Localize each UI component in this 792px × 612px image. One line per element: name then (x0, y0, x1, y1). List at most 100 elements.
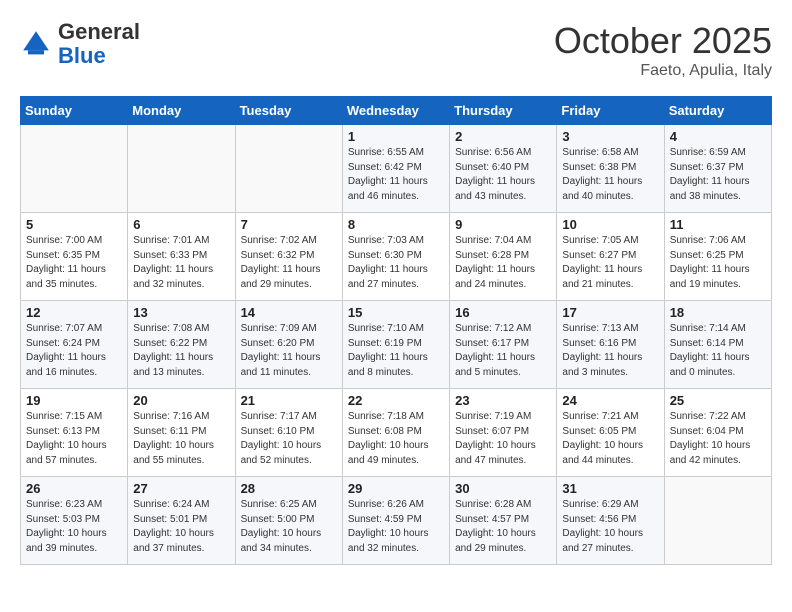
day-number: 16 (455, 305, 551, 320)
day-number: 13 (133, 305, 229, 320)
day-number: 18 (670, 305, 766, 320)
day-number: 8 (348, 217, 444, 232)
day-info: Sunrise: 7:16 AM Sunset: 6:11 PM Dayligh… (133, 410, 229, 468)
day-number: 24 (562, 393, 658, 408)
day-info: Sunrise: 7:10 AM Sunset: 6:19 PM Dayligh… (348, 322, 444, 380)
calendar-week-row: 12 Sunrise: 7:07 AM Sunset: 6:24 PM Dayli… (21, 301, 772, 389)
logo-blue: Blue (58, 43, 106, 68)
weekday-header: Monday (128, 97, 235, 125)
calendar-cell: 24 Sunrise: 7:21 AM Sunset: 6:05 PM Dayli… (557, 389, 664, 477)
calendar-cell: 31 Sunrise: 6:29 AM Sunset: 4:56 PM Dayli… (557, 477, 664, 565)
day-info: Sunrise: 6:26 AM Sunset: 4:59 PM Dayligh… (348, 498, 444, 556)
day-info: Sunrise: 6:55 AM Sunset: 6:42 PM Dayligh… (348, 146, 444, 204)
weekday-header: Thursday (450, 97, 557, 125)
day-info: Sunrise: 7:04 AM Sunset: 6:28 PM Dayligh… (455, 234, 551, 292)
calendar-cell: 10 Sunrise: 7:05 AM Sunset: 6:27 PM Dayli… (557, 213, 664, 301)
day-info: Sunrise: 6:23 AM Sunset: 5:03 PM Dayligh… (26, 498, 122, 556)
day-number: 28 (241, 481, 337, 496)
weekday-header: Sunday (21, 97, 128, 125)
calendar-week-row: 26 Sunrise: 6:23 AM Sunset: 5:03 PM Dayli… (21, 477, 772, 565)
day-info: Sunrise: 7:07 AM Sunset: 6:24 PM Dayligh… (26, 322, 122, 380)
weekday-header: Wednesday (342, 97, 449, 125)
day-info: Sunrise: 7:05 AM Sunset: 6:27 PM Dayligh… (562, 234, 658, 292)
calendar-cell: 7Sunrise: 7:02 AM Sunset: 6:32 PM Daylig… (235, 213, 342, 301)
calendar-week-row: 19 Sunrise: 7:15 AM Sunset: 6:13 PM Dayli… (21, 389, 772, 477)
calendar-cell (664, 477, 771, 565)
day-number: 30 (455, 481, 551, 496)
day-info: Sunrise: 7:19 AM Sunset: 6:07 PM Dayligh… (455, 410, 551, 468)
month-title: October 2025 (554, 20, 772, 62)
day-info: Sunrise: 7:06 AM Sunset: 6:25 PM Dayligh… (670, 234, 766, 292)
calendar-cell: 15 Sunrise: 7:10 AM Sunset: 6:19 PM Dayli… (342, 301, 449, 389)
day-number: 23 (455, 393, 551, 408)
title-block: October 2025 Faeto, Apulia, Italy (554, 20, 772, 80)
day-info: Sunrise: 7:02 AM Sunset: 6:32 PM Dayligh… (241, 234, 337, 292)
day-info: Sunrise: 6:29 AM Sunset: 4:56 PM Dayligh… (562, 498, 658, 556)
day-info: Sunrise: 6:24 AM Sunset: 5:01 PM Dayligh… (133, 498, 229, 556)
day-info: Sunrise: 7:18 AM Sunset: 6:08 PM Dayligh… (348, 410, 444, 468)
calendar-cell: 11 Sunrise: 7:06 AM Sunset: 6:25 PM Dayli… (664, 213, 771, 301)
weekday-header-row: SundayMondayTuesdayWednesdayThursdayFrid… (21, 97, 772, 125)
calendar-cell: 4Sunrise: 6:59 AM Sunset: 6:37 PM Daylig… (664, 125, 771, 213)
day-number: 14 (241, 305, 337, 320)
day-info: Sunrise: 7:21 AM Sunset: 6:05 PM Dayligh… (562, 410, 658, 468)
logo: General Blue (20, 20, 140, 68)
calendar-cell: 30 Sunrise: 6:28 AM Sunset: 4:57 PM Dayli… (450, 477, 557, 565)
day-info: Sunrise: 7:13 AM Sunset: 6:16 PM Dayligh… (562, 322, 658, 380)
location-subtitle: Faeto, Apulia, Italy (554, 62, 772, 80)
weekday-header: Friday (557, 97, 664, 125)
calendar-cell: 19 Sunrise: 7:15 AM Sunset: 6:13 PM Dayli… (21, 389, 128, 477)
day-number: 10 (562, 217, 658, 232)
logo-general: General (58, 19, 140, 44)
day-number: 31 (562, 481, 658, 496)
day-info: Sunrise: 7:12 AM Sunset: 6:17 PM Dayligh… (455, 322, 551, 380)
weekday-header: Tuesday (235, 97, 342, 125)
day-number: 15 (348, 305, 444, 320)
day-number: 27 (133, 481, 229, 496)
calendar-cell: 25Sunrise: 7:22 AM Sunset: 6:04 PM Dayli… (664, 389, 771, 477)
day-number: 12 (26, 305, 122, 320)
day-number: 19 (26, 393, 122, 408)
day-info: Sunrise: 7:09 AM Sunset: 6:20 PM Dayligh… (241, 322, 337, 380)
day-info: Sunrise: 6:25 AM Sunset: 5:00 PM Dayligh… (241, 498, 337, 556)
logo-icon (20, 28, 52, 60)
day-number: 22 (348, 393, 444, 408)
calendar-cell: 14 Sunrise: 7:09 AM Sunset: 6:20 PM Dayli… (235, 301, 342, 389)
day-info: Sunrise: 7:03 AM Sunset: 6:30 PM Dayligh… (348, 234, 444, 292)
calendar-cell: 3 Sunrise: 6:58 AM Sunset: 6:38 PM Daylig… (557, 125, 664, 213)
calendar-cell (235, 125, 342, 213)
day-number: 1 (348, 129, 444, 144)
calendar-cell: 22 Sunrise: 7:18 AM Sunset: 6:08 PM Dayli… (342, 389, 449, 477)
day-number: 3 (562, 129, 658, 144)
day-info: Sunrise: 6:58 AM Sunset: 6:38 PM Dayligh… (562, 146, 658, 204)
calendar-cell: 9Sunrise: 7:04 AM Sunset: 6:28 PM Daylig… (450, 213, 557, 301)
day-number: 20 (133, 393, 229, 408)
page-header: General Blue October 2025 Faeto, Apulia,… (20, 20, 772, 80)
day-number: 2 (455, 129, 551, 144)
day-info: Sunrise: 6:28 AM Sunset: 4:57 PM Dayligh… (455, 498, 551, 556)
calendar-cell: 6Sunrise: 7:01 AM Sunset: 6:33 PM Daylig… (128, 213, 235, 301)
day-number: 29 (348, 481, 444, 496)
calendar-cell: 26 Sunrise: 6:23 AM Sunset: 5:03 PM Dayli… (21, 477, 128, 565)
day-info: Sunrise: 7:15 AM Sunset: 6:13 PM Dayligh… (26, 410, 122, 468)
calendar-cell: 16 Sunrise: 7:12 AM Sunset: 6:17 PM Dayli… (450, 301, 557, 389)
day-info: Sunrise: 7:17 AM Sunset: 6:10 PM Dayligh… (241, 410, 337, 468)
day-number: 11 (670, 217, 766, 232)
calendar-cell: 23 Sunrise: 7:19 AM Sunset: 6:07 PM Dayli… (450, 389, 557, 477)
day-number: 26 (26, 481, 122, 496)
calendar-cell (128, 125, 235, 213)
calendar-cell: 13Sunrise: 7:08 AM Sunset: 6:22 PM Dayli… (128, 301, 235, 389)
calendar-cell: 1 Sunrise: 6:55 AM Sunset: 6:42 PM Daylig… (342, 125, 449, 213)
calendar-table: SundayMondayTuesdayWednesdayThursdayFrid… (20, 96, 772, 565)
calendar-cell: 2Sunrise: 6:56 AM Sunset: 6:40 PM Daylig… (450, 125, 557, 213)
calendar-cell: 29 Sunrise: 6:26 AM Sunset: 4:59 PM Dayli… (342, 477, 449, 565)
day-number: 4 (670, 129, 766, 144)
day-info: Sunrise: 7:00 AM Sunset: 6:35 PM Dayligh… (26, 234, 122, 292)
calendar-cell: 28 Sunrise: 6:25 AM Sunset: 5:00 PM Dayli… (235, 477, 342, 565)
logo-text: General Blue (58, 20, 140, 68)
day-number: 25 (670, 393, 766, 408)
calendar-cell: 18Sunrise: 7:14 AM Sunset: 6:14 PM Dayli… (664, 301, 771, 389)
day-number: 21 (241, 393, 337, 408)
weekday-header: Saturday (664, 97, 771, 125)
calendar-cell: 17Sunrise: 7:13 AM Sunset: 6:16 PM Dayli… (557, 301, 664, 389)
